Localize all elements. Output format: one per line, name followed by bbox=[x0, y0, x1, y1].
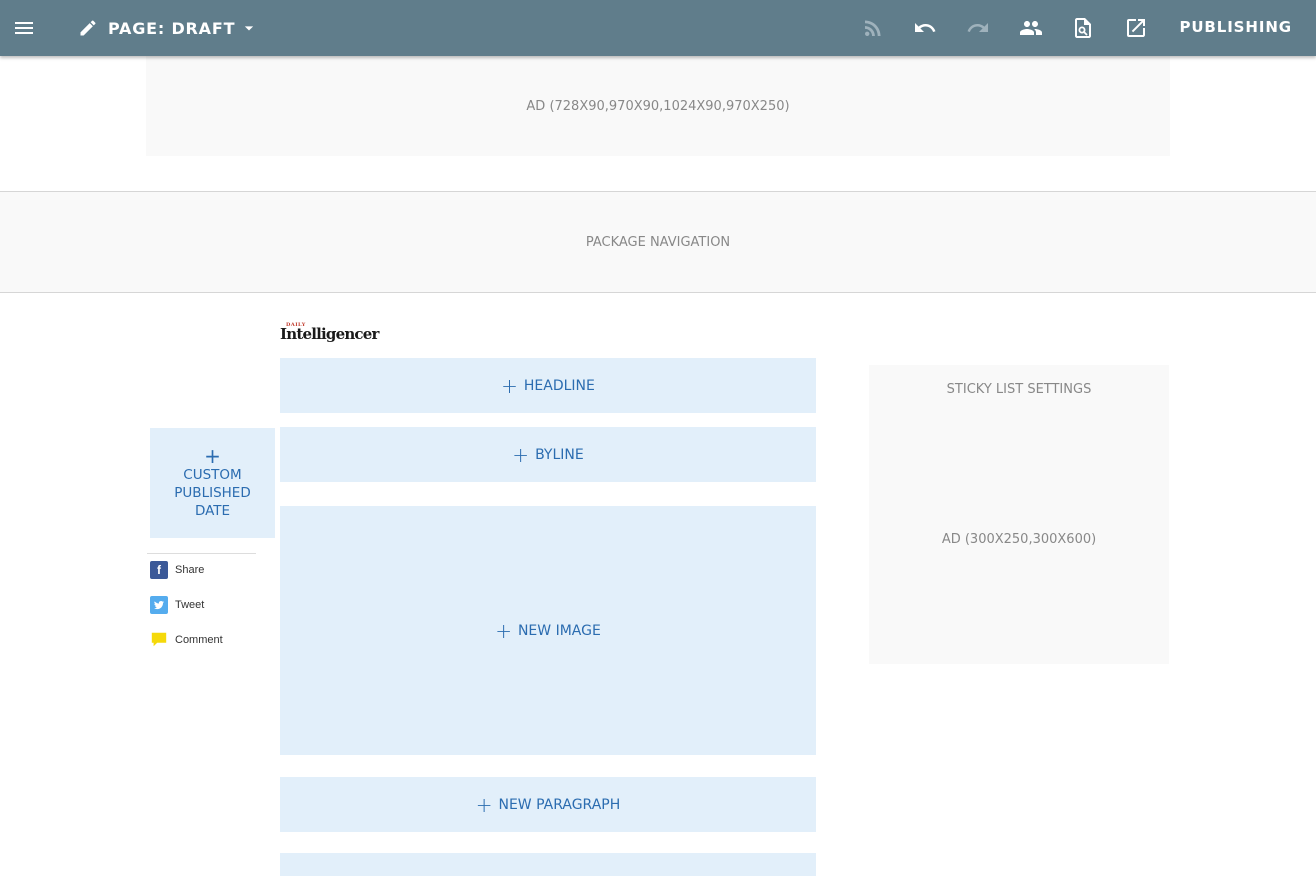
package-navigation-label: PACKAGE NAVIGATION bbox=[585, 234, 731, 250]
menu-icon[interactable] bbox=[12, 16, 36, 40]
redo-icon[interactable] bbox=[966, 16, 990, 40]
brand-logo: DAILY Intelligencer bbox=[280, 322, 379, 343]
plus-icon: + bbox=[501, 373, 518, 398]
plus-icon: + bbox=[512, 442, 530, 467]
custom-date-line-2: PUBLISHED bbox=[174, 485, 251, 501]
plus-icon: + bbox=[204, 444, 221, 468]
add-byline-button[interactable]: + BYLINE bbox=[280, 427, 816, 482]
sidebar-panel: STICKY LIST SETTINGS AD (300X250,300X600… bbox=[869, 365, 1169, 664]
add-paragraph-label: NEW PARAGRAPH bbox=[498, 796, 621, 813]
custom-published-date-button[interactable]: + CUSTOM PUBLISHED DATE bbox=[150, 428, 275, 538]
sidebar-ad-label: AD (300X250,300X600) bbox=[941, 532, 1097, 547]
plus-icon: + bbox=[495, 618, 512, 643]
add-block-button[interactable]: + bbox=[280, 853, 816, 876]
add-image-button[interactable]: + NEW IMAGE bbox=[280, 506, 816, 755]
people-icon[interactable] bbox=[1019, 16, 1043, 40]
add-paragraph-button[interactable]: + NEW PARAGRAPH bbox=[280, 777, 816, 832]
twitter-share-label: Tweet bbox=[175, 599, 205, 611]
facebook-icon: f bbox=[150, 561, 168, 579]
top-ad-label: AD (728X90,970X90,1024X90,970X250) bbox=[526, 98, 790, 114]
publishing-button[interactable]: PUBLISHING bbox=[1179, 18, 1292, 36]
plus-icon: + bbox=[475, 792, 493, 817]
rss-icon[interactable] bbox=[861, 16, 885, 40]
add-headline-button[interactable]: + HEADLINE bbox=[280, 358, 816, 413]
page-status-dropdown[interactable]: PAGE: DRAFT bbox=[78, 16, 259, 40]
add-byline-label: BYLINE bbox=[535, 446, 584, 463]
twitter-share-button[interactable]: Tweet bbox=[150, 595, 204, 615]
twitter-icon bbox=[150, 596, 168, 614]
divider bbox=[147, 553, 256, 554]
top-ad-slot: AD (728X90,970X90,1024X90,970X250) bbox=[146, 56, 1170, 156]
undo-icon[interactable] bbox=[913, 16, 937, 40]
sticky-list-settings[interactable]: STICKY LIST SETTINGS bbox=[869, 382, 1169, 397]
plus-icon: + bbox=[540, 872, 557, 876]
facebook-share-label: Share bbox=[175, 564, 205, 576]
caret-down-icon bbox=[245, 26, 254, 31]
add-headline-label: HEADLINE bbox=[523, 377, 595, 394]
comment-button[interactable]: Comment bbox=[150, 630, 223, 650]
custom-date-line-3: DATE bbox=[194, 503, 231, 519]
page-status-label: PAGE: DRAFT bbox=[108, 18, 236, 38]
comment-label: Comment bbox=[175, 634, 223, 646]
open-external-icon[interactable] bbox=[1124, 16, 1148, 40]
package-navigation[interactable]: PACKAGE NAVIGATION bbox=[0, 191, 1316, 293]
add-image-label: NEW IMAGE bbox=[517, 622, 601, 639]
custom-date-line-1: CUSTOM bbox=[183, 467, 242, 483]
preview-icon[interactable] bbox=[1071, 16, 1095, 40]
comment-icon bbox=[150, 631, 168, 649]
top-toolbar: PAGE: DRAFT PUBLISHING bbox=[0, 0, 1316, 56]
pencil-icon bbox=[80, 20, 96, 36]
facebook-share-button[interactable]: f Share bbox=[150, 560, 204, 580]
